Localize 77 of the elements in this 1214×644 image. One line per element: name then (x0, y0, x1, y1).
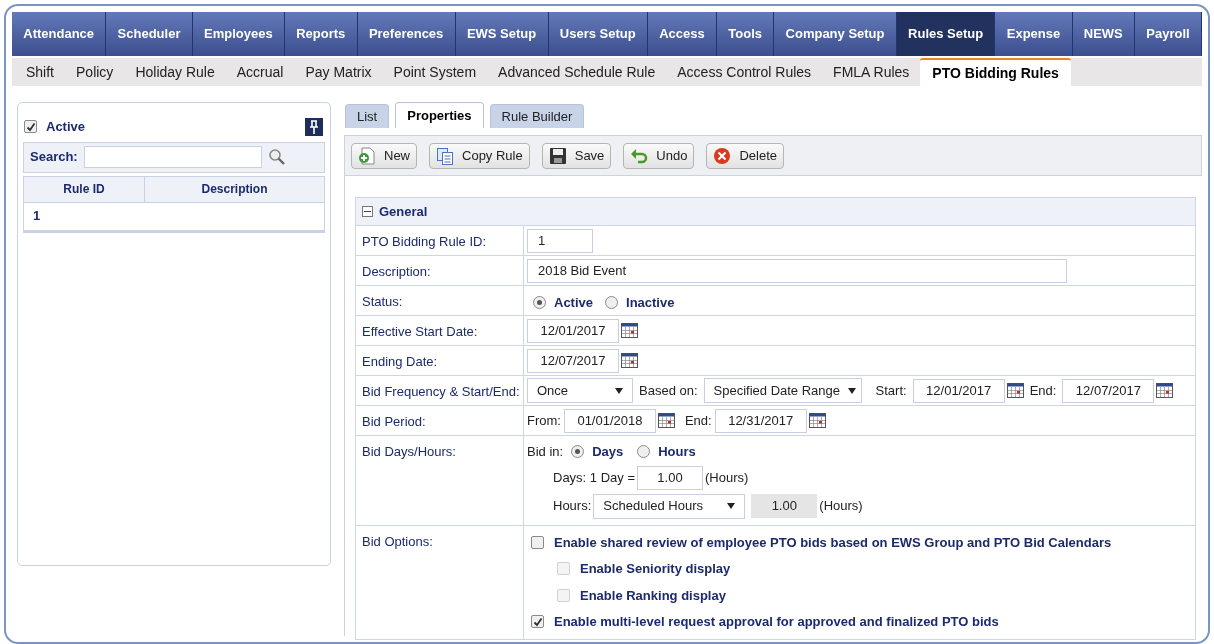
table-cell[interactable]: 1 (33, 206, 41, 226)
sub-nav-tab[interactable]: FMLA Rules (822, 58, 921, 86)
input-field[interactable]: 01/01/2018 (563, 408, 656, 433)
nav-tab[interactable]: EWS Setup (455, 12, 549, 56)
sub-nav-tab[interactable]: Accrual (225, 58, 295, 86)
tab[interactable]: List (345, 104, 390, 128)
sub-nav-tab[interactable]: Access Control Rules (666, 58, 823, 86)
nav-tab[interactable]: Company Setup (774, 12, 897, 56)
input-field[interactable]: 12/07/2017 (527, 348, 619, 373)
checkbox-label: Enable shared review of employee PTO bids based on EWS Group and PTO Bid Calendars (554, 533, 1112, 552)
field-label: Hours: (553, 497, 592, 516)
input-field[interactable]: 12/01/2017 (912, 378, 1005, 403)
field-label: PTO Bidding Rule ID: (362, 234, 487, 249)
field-label: Bid Days/Hours: (362, 444, 456, 459)
checkbox-label: Active (46, 118, 86, 136)
field-label: Effective Start Date: (362, 324, 478, 339)
input-field[interactable]: 12/01/2017 (527, 318, 619, 343)
sub-nav-tab[interactable]: Point System (382, 58, 488, 86)
field-label: (Hours) (705, 468, 749, 487)
dropdown[interactable]: Specified Date Range (703, 378, 862, 403)
nav-tab[interactable]: Tools (717, 12, 775, 56)
nav-tab[interactable]: Reports (284, 12, 358, 56)
sub-nav-tab[interactable]: Shift (15, 58, 65, 86)
checkbox-label: Enable multi-level request approval for approved and finalized PTO bids (554, 613, 999, 631)
nav-tab[interactable]: Access (647, 12, 718, 56)
column-header[interactable]: Description (145, 176, 324, 202)
field-label: Bid in: (527, 443, 564, 461)
sub-nav-tab[interactable]: Holiday Rule (124, 58, 226, 86)
nav-tab[interactable]: Attendance (12, 12, 107, 56)
nav-tab[interactable]: Users Setup (548, 12, 648, 56)
section-title: General (379, 202, 428, 221)
nav-tab[interactable]: NEWS (1072, 12, 1136, 56)
field-label: Bid Frequency & Start/End: (362, 384, 520, 399)
sub-nav-tab[interactable]: Pay Matrix (294, 58, 383, 86)
column-header[interactable]: Rule ID (24, 176, 145, 202)
dropdown[interactable]: Scheduled Hours (593, 493, 746, 519)
radio-label: Days (592, 443, 624, 461)
input-field[interactable]: 12/31/2017 (714, 408, 807, 433)
field-label: (Hours) (819, 497, 863, 516)
nav-tab[interactable]: Rules Setup (896, 12, 996, 56)
field-label: End: (684, 411, 712, 430)
sub-nav-tab[interactable]: Advanced Schedule Rule (487, 58, 667, 86)
toolbar-button[interactable]: Copy Rule (429, 142, 530, 169)
input-field[interactable]: 1 (527, 228, 593, 253)
field-label: Description: (362, 264, 431, 279)
field-label: Start: (875, 381, 907, 400)
checkbox-label: Enable Seniority display (580, 560, 731, 578)
nav-tab[interactable]: Preferences (357, 12, 456, 56)
nav-tab[interactable]: Payroll (1135, 12, 1202, 56)
field-label: End: (1029, 381, 1057, 400)
tab[interactable]: Rule Builder (489, 104, 585, 128)
toolbar-button[interactable]: Save (541, 142, 612, 169)
input-field[interactable]: 1.00 (637, 465, 703, 490)
field-label: Status: (362, 294, 403, 309)
toolbar-button[interactable]: Delete (706, 142, 784, 169)
field-label: Bid Period: (362, 414, 426, 429)
toolbar-button[interactable]: New (351, 142, 417, 169)
nav-tab[interactable]: Scheduler (106, 12, 193, 56)
search-label: Search: (30, 148, 78, 167)
nav-tab[interactable]: Employees (192, 12, 285, 56)
field-label: Ending Date: (362, 354, 438, 369)
checkbox-label: Enable Ranking display (580, 586, 726, 605)
field-label: From: (527, 411, 561, 430)
sub-nav-tab[interactable]: PTO Bidding Rules (920, 58, 1071, 86)
tab[interactable]: Properties (395, 102, 484, 128)
nav-tab[interactable]: Expense (995, 12, 1073, 56)
toolbar-button[interactable]: Undo (623, 142, 695, 169)
dropdown[interactable]: Once (527, 378, 633, 403)
radio-label: Inactive (626, 293, 675, 312)
field-label: Days: 1 Day = (553, 468, 635, 487)
input-field[interactable]: 12/07/2017 (1062, 378, 1155, 403)
field-label: Bid Options: (362, 533, 433, 549)
input-field[interactable]: 2018 Bid Event (527, 258, 1067, 283)
radio-label: Hours (658, 443, 696, 461)
sub-nav-tab[interactable]: Policy (65, 58, 125, 86)
radio-label: Active (554, 293, 594, 312)
field-label: Based on: (639, 381, 698, 400)
